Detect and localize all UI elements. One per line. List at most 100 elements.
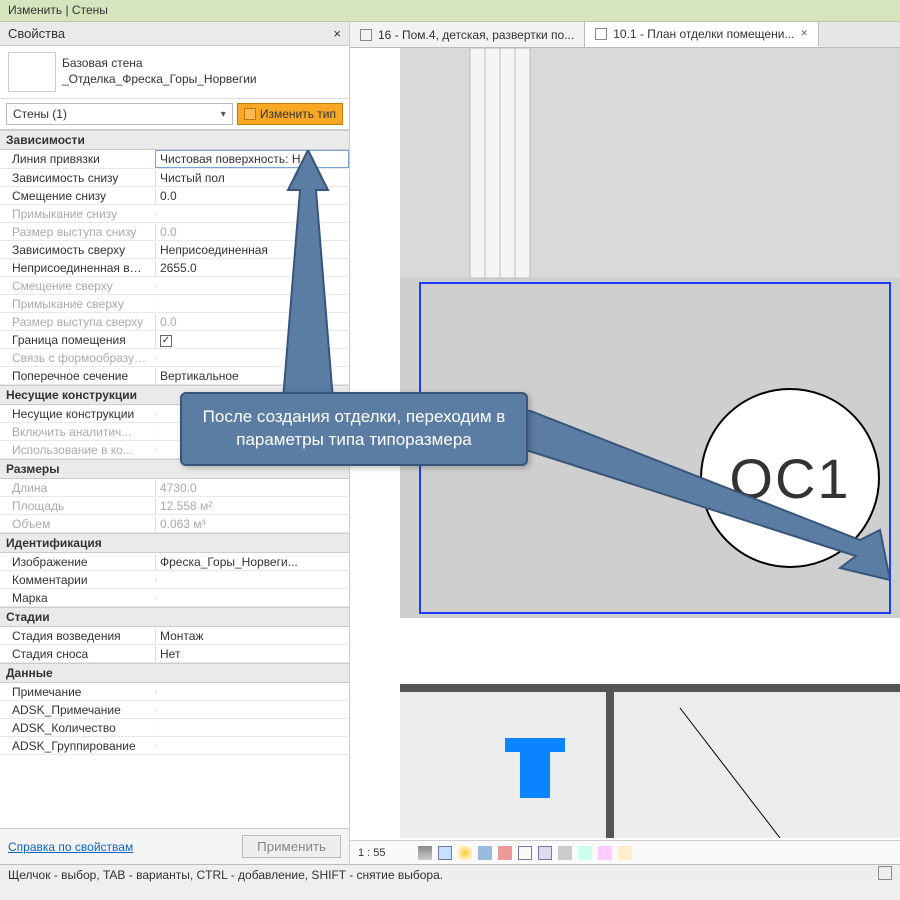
property-name: Связь с формообразую... (0, 350, 155, 366)
property-name: Неприсоединенная выс... (0, 260, 155, 276)
property-name: Стадия возведения (0, 628, 155, 644)
family-name: Базовая стена (62, 56, 257, 72)
property-row[interactable]: Длина4730.0 (0, 479, 349, 497)
view-scale[interactable]: 1 : 55 (358, 847, 386, 859)
ribbon-context-title: Изменить | Стены (0, 0, 900, 22)
close-icon[interactable]: ✕ (800, 28, 808, 39)
property-value[interactable]: Монтаж (155, 628, 349, 644)
tutorial-callout: После создания отделки, переходим в пара… (180, 392, 528, 466)
property-name: Объем (0, 516, 155, 532)
crop-view-icon[interactable] (518, 846, 532, 860)
property-name: Примечание (0, 684, 155, 700)
apply-button[interactable]: Применить (242, 835, 341, 858)
chevron-down-icon: ▾ (221, 109, 226, 120)
property-group-header[interactable]: Зависимости (0, 130, 349, 150)
status-bar: Щелчок - выбор, TAB - варианты, CTRL - д… (0, 864, 900, 884)
edit-type-icon (244, 108, 256, 120)
view-tab-label: 10.1 - План отделки помещени... (613, 27, 794, 41)
view-tabs: 16 - Пом.4, детская, развертки по... 10.1… (350, 22, 900, 48)
property-name: Зависимость сверху (0, 242, 155, 258)
worksharing-icon[interactable] (618, 846, 632, 860)
property-value[interactable] (155, 709, 349, 711)
property-name: Размер выступа снизу (0, 224, 155, 240)
property-name: ADSK_Примечание (0, 702, 155, 718)
property-name: Комментарии (0, 572, 155, 588)
property-value[interactable]: 0.063 м³ (155, 516, 349, 532)
detail-level-icon[interactable] (418, 846, 432, 860)
property-group-header[interactable]: Идентификация (0, 533, 349, 553)
property-name: ADSK_Группирование (0, 738, 155, 754)
property-name: Граница помещения (0, 332, 155, 348)
properties-help-link[interactable]: Справка по свойствам (8, 840, 133, 854)
property-value[interactable]: 4730.0 (155, 480, 349, 496)
property-name: Использование в ко... (0, 442, 155, 458)
property-name: Длина (0, 480, 155, 496)
sun-path-icon[interactable] (458, 846, 472, 860)
property-name: Изображение (0, 554, 155, 570)
property-name: Примыкание снизу (0, 206, 155, 222)
property-row[interactable]: Объем0.063 м³ (0, 515, 349, 533)
property-value[interactable] (155, 579, 349, 581)
property-row[interactable]: Стадия сносаНет (0, 645, 349, 663)
edit-type-button[interactable]: Изменить тип (237, 103, 343, 125)
status-hint: Щелчок - выбор, TAB - варианты, CTRL - д… (8, 868, 443, 882)
instance-filter-value: Стены (1) (13, 107, 67, 121)
view-tab-icon (595, 28, 607, 40)
property-value[interactable] (155, 745, 349, 747)
view-control-bar: 1 : 55 (350, 840, 900, 864)
type-selector-box[interactable]: Базовая стена _Отделка_Фреска_Горы_Норве… (0, 46, 349, 99)
property-value[interactable]: Фреска_Горы_Норвеги... (155, 554, 349, 570)
property-row[interactable]: ADSK_Примечание (0, 701, 349, 719)
property-row[interactable]: ИзображениеФреска_Горы_Норвеги... (0, 553, 349, 571)
panel-header: Свойства × (0, 22, 349, 46)
type-name-line: _Отделка_Фреска_Горы_Норвегии (62, 72, 257, 88)
property-name: Размер выступа сверху (0, 314, 155, 330)
reveal-hidden-icon[interactable] (598, 846, 612, 860)
callout-arrow-right (520, 410, 890, 590)
property-group-header[interactable]: Данные (0, 663, 349, 683)
view-tab-label: 16 - Пом.4, детская, развертки по... (378, 28, 574, 42)
property-row[interactable]: ADSK_Группирование (0, 737, 349, 755)
property-name: Включить аналитич... (0, 424, 155, 440)
property-name: Зависимость снизу (0, 170, 155, 186)
crop-region-visible-icon[interactable] (538, 846, 552, 860)
property-name: Несущие конструкции (0, 406, 155, 422)
checkbox-icon[interactable]: ✓ (160, 335, 172, 347)
property-name: Примыкание сверху (0, 296, 155, 312)
property-value[interactable]: 12.558 м² (155, 498, 349, 514)
selector-row: Стены (1) ▾ Изменить тип (0, 99, 349, 130)
property-group-header[interactable]: Стадии (0, 607, 349, 627)
shadows-icon[interactable] (478, 846, 492, 860)
rendering-icon[interactable] (498, 846, 512, 860)
view-tab[interactable]: 10.1 - План отделки помещени... ✕ (585, 22, 819, 47)
property-row[interactable]: Стадия возведенияМонтаж (0, 627, 349, 645)
property-value[interactable] (155, 691, 349, 693)
view-tab[interactable]: 16 - Пом.4, детская, развертки по... (350, 22, 585, 47)
lock-3d-icon[interactable] (558, 846, 572, 860)
property-row[interactable]: Комментарии (0, 571, 349, 589)
type-thumbnail (8, 52, 56, 92)
type-name: Базовая стена _Отделка_Фреска_Горы_Норве… (62, 56, 257, 87)
edit-type-label: Изменить тип (260, 107, 336, 121)
selection-filter-icon[interactable] (878, 866, 892, 880)
property-name: ADSK_Количество (0, 720, 155, 736)
property-row[interactable]: Площадь12.558 м² (0, 497, 349, 515)
callout-arrow-up (278, 150, 348, 400)
status-icons (878, 866, 892, 883)
property-value[interactable] (155, 597, 349, 599)
property-value[interactable]: Нет (155, 646, 349, 662)
property-name: Марка (0, 590, 155, 606)
property-name: Смещение сверху (0, 278, 155, 294)
property-row[interactable]: Примечание (0, 683, 349, 701)
property-name: Площадь (0, 498, 155, 514)
instance-filter-dropdown[interactable]: Стены (1) ▾ (6, 103, 233, 125)
property-name: Линия привязки (0, 151, 155, 167)
panel-title-text: Свойства (8, 26, 65, 41)
close-icon[interactable]: × (333, 26, 341, 41)
property-value[interactable] (155, 727, 349, 729)
visual-style-icon[interactable] (438, 846, 452, 860)
property-row[interactable]: ADSK_Количество (0, 719, 349, 737)
property-row[interactable]: Марка (0, 589, 349, 607)
property-name: Поперечное сечение (0, 368, 155, 384)
temp-hide-icon[interactable] (578, 846, 592, 860)
